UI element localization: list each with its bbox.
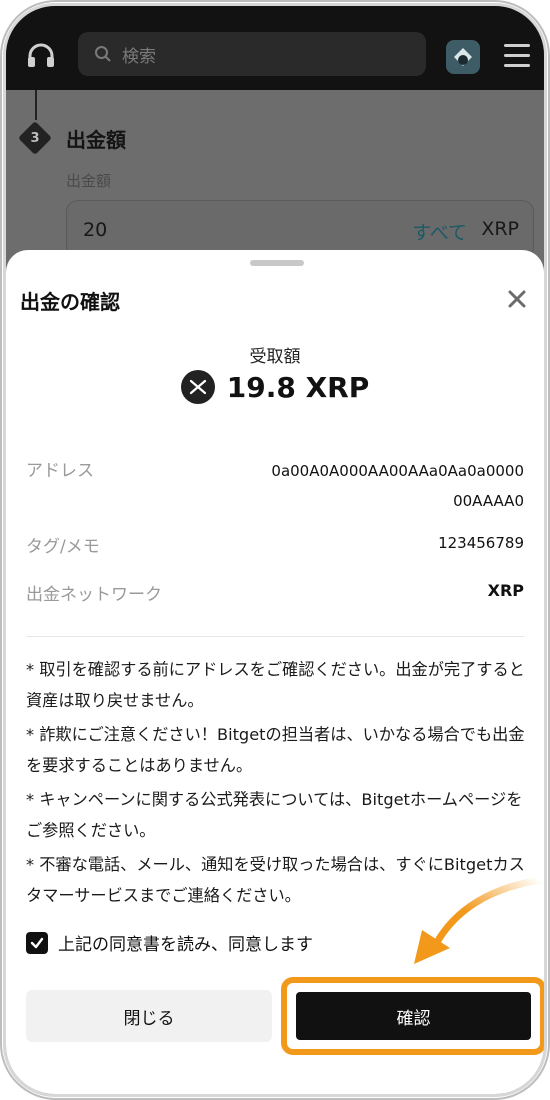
hamburger-menu-icon[interactable] (504, 44, 530, 68)
tag-memo-label: タグ/メモ (26, 537, 100, 557)
network-label: 出金ネットワーク (26, 585, 162, 605)
amount-label: 出金額 (66, 172, 112, 190)
checkmark-icon (30, 937, 44, 948)
address-value: 0a00A0A000AA00AAa0Aa0a000000AAAA0 (271, 462, 524, 510)
xrp-coin-icon (180, 370, 215, 404)
section-divider (26, 636, 524, 637)
pointer-arrow-icon (414, 876, 544, 964)
avatar-icon[interactable] (446, 40, 480, 74)
headset-icon[interactable] (26, 42, 56, 72)
close-button[interactable]: 閉じる (26, 990, 272, 1042)
all-amount-link[interactable]: すべて (412, 218, 467, 245)
receive-amount-row: 19.8 XRP (6, 370, 544, 404)
step-connector (35, 90, 37, 120)
confirm-button[interactable]: 確認 (296, 992, 531, 1040)
amount-value: 20 (83, 219, 108, 241)
agreement-text: 上記の同意書を読み、同意します (58, 935, 313, 955)
avatar-shape (454, 48, 472, 66)
amount-unit: XRP (481, 218, 519, 240)
step-title: 出金額 (66, 128, 126, 152)
agreement-checkbox[interactable] (26, 931, 48, 954)
receive-amount: 19.8 XRP (226, 370, 370, 404)
note-item: * 詐欺にご注意ください！Bitgetの担当者は、いかなる場合でも出金を要求する… (26, 725, 525, 775)
confirm-highlight: 確認 (281, 977, 544, 1055)
search-icon (95, 46, 111, 62)
close-icon[interactable] (506, 288, 528, 310)
step-number: 3 (30, 130, 40, 146)
note-item: * キャンペーンに関する公式発表については、Bitgetホームページをご参照くだ… (26, 790, 523, 840)
tag-memo-value: 123456789 (438, 534, 524, 552)
top-app-bar: 検索 (6, 6, 544, 90)
sheet-drag-handle[interactable] (250, 260, 304, 266)
note-item: * 取引を確認する前にアドレスをご確認ください。出金が完了すると資産は取り戻せま… (26, 660, 525, 710)
receive-label: 受取額 (249, 347, 301, 367)
sheet-title: 出金の確認 (20, 290, 120, 314)
search-input[interactable]: 検索 (78, 32, 426, 76)
agreement-row[interactable]: 上記の同意書を読み、同意します (26, 930, 313, 955)
search-placeholder: 検索 (122, 46, 156, 67)
address-label: アドレス (26, 461, 94, 481)
network-value: XRP (487, 581, 524, 600)
